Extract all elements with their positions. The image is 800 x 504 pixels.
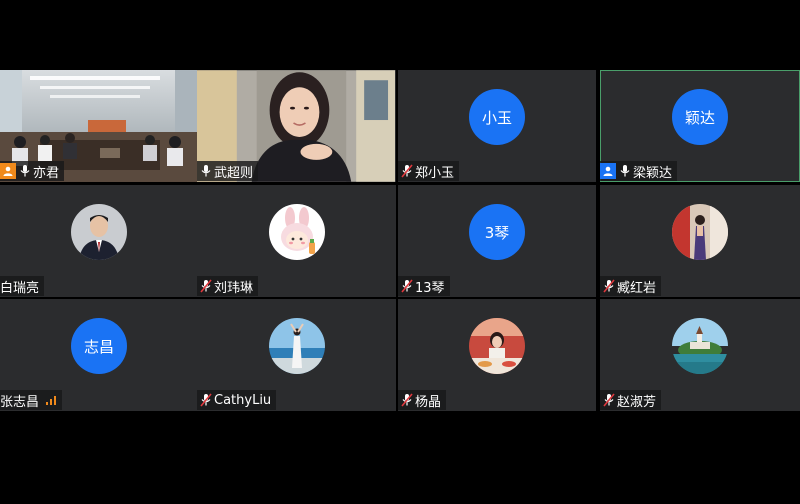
mic-muted-icon (200, 393, 212, 407)
nameplate: 刘玮琳 (197, 276, 259, 296)
mic-muted-icon (401, 393, 413, 407)
participant-name: CathyLiu (214, 392, 272, 408)
initials-avatar: 志昌 (71, 318, 127, 374)
participant-tile-yangjing[interactable]: 杨晶 (398, 299, 596, 411)
participant-name: 亦君 (33, 165, 60, 181)
mic-muted-icon (401, 279, 413, 293)
man-in-suit-avatar-icon (71, 204, 127, 260)
participant-name: 臧红岩 (617, 280, 657, 296)
participant-tile-yijun[interactable]: 亦君 (0, 70, 198, 182)
nameplate: 武超则 (197, 161, 259, 181)
mic-muted-icon (603, 279, 615, 293)
participant-name: 杨晶 (415, 394, 442, 410)
mic-icon (620, 165, 630, 177)
nameplate: 郑小玉 (398, 161, 460, 181)
initials-avatar: 小玉 (469, 89, 525, 145)
bunny-cartoon-avatar-icon (268, 204, 325, 260)
participant-tile-zhaoshufang[interactable]: 赵淑芳 (600, 299, 800, 411)
video-grid: 亦君 武超则 小玉 郑小玉 颖达 梁颖达 白瑞亮 刘玮琳 3琴 13琴 臧红岩 … (0, 70, 800, 412)
participant-name: 张志昌 (0, 394, 40, 410)
nameplate: 杨晶 (398, 390, 447, 410)
participant-tile-liangyingda[interactable]: 颖达 梁颖达 (600, 70, 800, 182)
nameplate: 白瑞亮 (0, 276, 45, 296)
participant-tile-zanghongyan[interactable]: 臧红岩 (600, 185, 800, 297)
host-badge-icon (600, 163, 616, 179)
woman-red-wall-avatar-icon (672, 204, 728, 260)
nameplate: 13琴 (398, 276, 450, 296)
nameplate: 赵淑芳 (600, 390, 662, 410)
participant-name: 武超则 (214, 165, 254, 181)
participant-tile-zhangzhichang[interactable]: 志昌 张志昌 (0, 299, 198, 411)
signal-strength-icon (46, 396, 57, 405)
mic-muted-icon (401, 164, 413, 178)
nameplate: 梁颖达 (600, 161, 678, 181)
nameplate: CathyLiu (197, 390, 277, 410)
participant-name: 梁颖达 (633, 165, 673, 181)
host-badge-icon (0, 163, 16, 179)
participant-tile-zhengxiaoyu[interactable]: 小玉 郑小玉 (398, 70, 596, 182)
woman-seaside-avatar-icon (268, 318, 325, 374)
participant-name: 郑小玉 (415, 165, 455, 181)
participant-tile-bairuiliang[interactable]: 白瑞亮 (0, 185, 198, 297)
participant-tile-liuweilin[interactable]: 刘玮琳 (197, 185, 396, 297)
mic-icon (20, 165, 30, 177)
nameplate: 张志昌 (0, 390, 63, 410)
initials-avatar: 3琴 (469, 204, 525, 260)
participant-name: 赵淑芳 (617, 394, 657, 410)
participant-tile-cathyliu[interactable]: CathyLiu (197, 299, 396, 411)
participant-name: 刘玮琳 (214, 280, 254, 296)
initials-avatar: 颖达 (672, 89, 728, 145)
nameplate: 臧红岩 (600, 276, 662, 296)
woman-dining-avatar-icon (469, 318, 525, 374)
mic-muted-icon (603, 393, 615, 407)
nameplate: 亦君 (0, 161, 65, 181)
lake-church-avatar-icon (672, 318, 728, 374)
participant-name: 13琴 (415, 280, 445, 296)
mic-muted-icon (200, 279, 212, 293)
participant-name: 白瑞亮 (0, 280, 40, 296)
mic-icon (201, 165, 211, 177)
participant-tile-13qin[interactable]: 3琴 13琴 (398, 185, 596, 297)
participant-tile-wuchaoze[interactable]: 武超则 (197, 70, 396, 182)
